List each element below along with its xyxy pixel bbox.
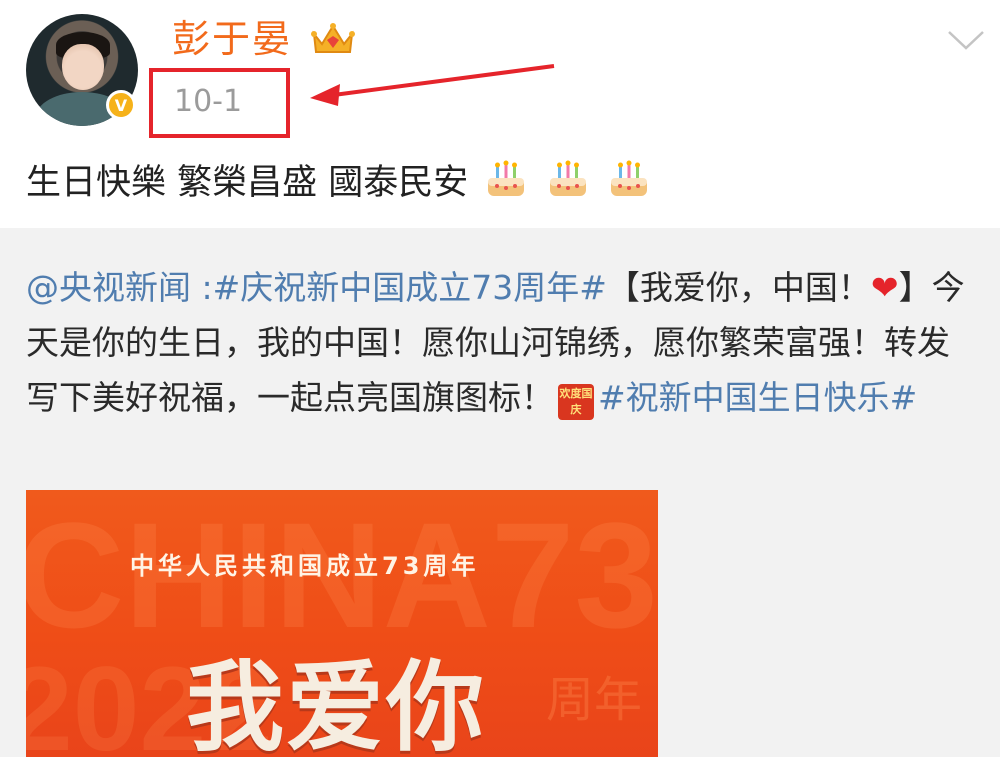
avatar-face bbox=[62, 44, 104, 90]
post-text: 生日快樂 繁榮昌盛 國泰民安 bbox=[26, 163, 469, 203]
heart-icon: ❤ bbox=[870, 268, 899, 307]
birthday-cake-icon bbox=[488, 160, 525, 196]
post-body: 生日快樂 繁榮昌盛 國泰民安 bbox=[26, 156, 652, 210]
repost-text: @央视新闻 :#庆祝新中国成立73周年#【我爱你，中国！❤】今天是你的生日，我的… bbox=[26, 260, 966, 425]
birthday-cake-icon bbox=[549, 160, 586, 196]
poster-subtitle: 中华人民共和国成立73周年 bbox=[130, 552, 480, 580]
crown-icon bbox=[311, 23, 355, 53]
topic-link-2[interactable]: #祝新中国生日快乐# bbox=[598, 378, 917, 417]
repost-text-part1: 【我爱你，中国！ bbox=[606, 268, 871, 307]
national-day-icon: 欢度国庆 bbox=[558, 384, 594, 420]
post-timestamp: 10-1 bbox=[174, 84, 243, 119]
red-arrow-annotation bbox=[310, 64, 555, 106]
birthday-cake-icon bbox=[610, 160, 647, 196]
repost-image[interactable]: CHINA73 2022 周年 中华人民共和国成立73周年 我爱你 bbox=[26, 490, 658, 757]
mention-separator: : bbox=[191, 268, 213, 307]
poster-headline: 我爱你 bbox=[186, 651, 487, 757]
username[interactable]: 彭于晏 bbox=[172, 14, 292, 64]
poster-bg-zhou: 周年 bbox=[546, 672, 643, 728]
verified-v-icon: V bbox=[106, 90, 136, 120]
mention-link[interactable]: @央视新闻 bbox=[26, 268, 191, 307]
chevron-down-icon[interactable] bbox=[946, 24, 986, 54]
topic-link[interactable]: #庆祝新中国成立73周年# bbox=[213, 268, 607, 307]
